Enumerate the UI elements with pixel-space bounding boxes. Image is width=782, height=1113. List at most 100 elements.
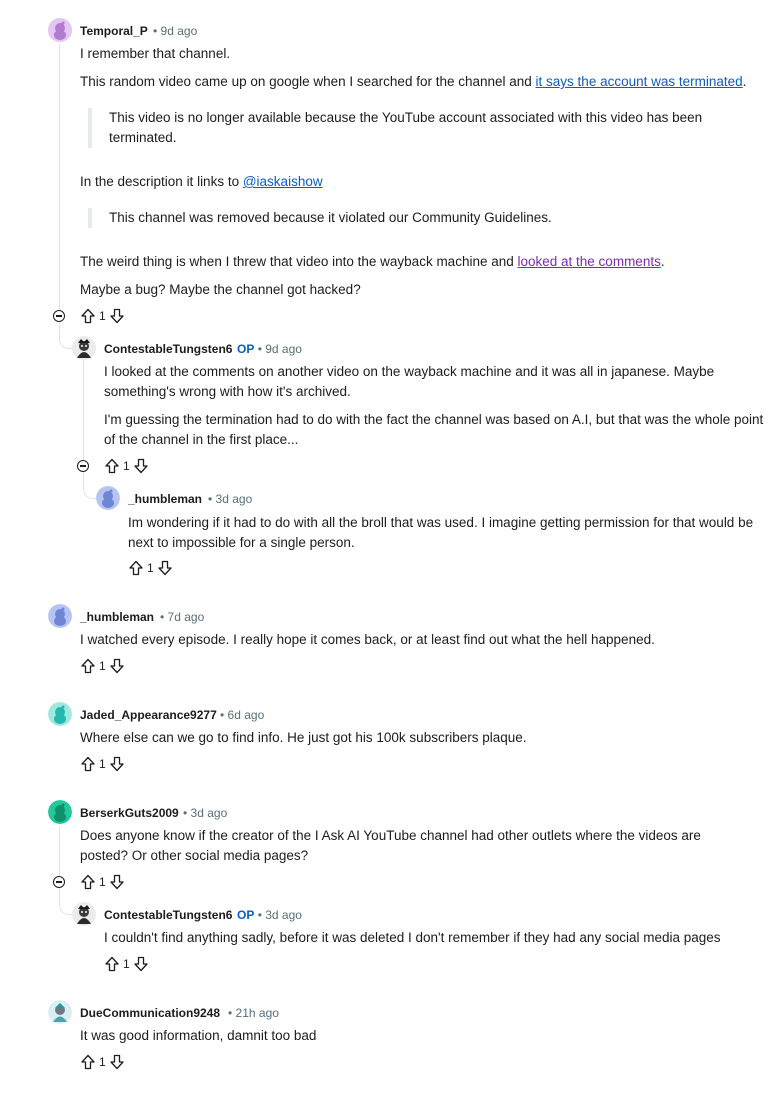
user-avatar-icon[interactable]	[48, 1000, 72, 1024]
snoo-avatar-icon[interactable]	[96, 486, 120, 510]
comment-text: The weird thing is when I threw that vid…	[80, 252, 770, 272]
username[interactable]: _humbleman	[80, 610, 154, 624]
downvote-icon[interactable]	[133, 956, 149, 972]
timestamp[interactable]: • 7d ago	[160, 610, 204, 624]
collapse-icon[interactable]	[53, 310, 65, 322]
collapse-icon[interactable]	[77, 460, 89, 472]
downvote-icon[interactable]	[109, 1054, 125, 1070]
upvote-icon[interactable]	[128, 560, 144, 576]
separator-dot: •	[257, 342, 262, 356]
thread-line[interactable]	[83, 360, 84, 460]
downvote-icon[interactable]	[109, 874, 125, 890]
text-span: .	[742, 74, 747, 89]
op-badge: OP	[237, 342, 255, 356]
upvote-icon[interactable]	[104, 458, 120, 474]
timestamp[interactable]: • 3d ago	[208, 492, 252, 506]
text-span: In the description it links to	[80, 174, 243, 189]
upvote-icon[interactable]	[80, 658, 96, 674]
separator-dot: •	[228, 1006, 233, 1020]
downvote-icon[interactable]	[109, 658, 125, 674]
timestamp[interactable]: • 6d ago	[220, 708, 264, 722]
vote-bar: 1	[104, 457, 149, 475]
vote-count: 1	[99, 1055, 106, 1069]
comment-text: In the description it links to @iaskaish…	[80, 172, 760, 192]
comment-time: 6d ago	[227, 708, 265, 722]
timestamp[interactable]: • 9d ago	[153, 24, 197, 38]
username[interactable]: DueCommunication9248	[80, 1006, 220, 1020]
downvote-icon[interactable]	[109, 756, 125, 772]
separator-dot: •	[153, 24, 158, 38]
thread-line[interactable]	[59, 44, 60, 310]
text-span: This random video came up on google when…	[80, 74, 536, 89]
comment-time: 21h ago	[235, 1006, 279, 1020]
vote-bar: 1	[128, 559, 173, 577]
timestamp[interactable]: • 3d ago	[183, 806, 227, 820]
comment-time: 3d ago	[265, 908, 302, 922]
vote-count: 1	[99, 309, 106, 323]
separator-dot: •	[160, 610, 165, 624]
comment-time: 9d ago	[160, 24, 198, 38]
timestamp[interactable]: • 21h ago	[228, 1006, 279, 1020]
thread-connector	[83, 472, 96, 499]
timestamp[interactable]: OP • 3d ago	[237, 908, 302, 922]
op-badge: OP	[237, 908, 255, 922]
thread-connector	[59, 888, 72, 915]
separator-dot: •	[208, 492, 213, 506]
comment-text: I couldn't find anything sadly, before i…	[104, 930, 721, 945]
text-span: .	[660, 254, 665, 269]
snoo-avatar-icon[interactable]	[48, 604, 72, 628]
vote-count: 1	[147, 561, 154, 575]
username[interactable]: Temporal_P	[80, 24, 148, 38]
comment-text: I'm guessing the termination had to do w…	[104, 412, 764, 447]
comments-link[interactable]: looked at the comments	[518, 254, 661, 269]
upvote-icon[interactable]	[80, 874, 96, 890]
vote-bar: 1	[80, 1053, 125, 1071]
username[interactable]: _humbleman	[128, 492, 202, 506]
snoo-avatar-icon[interactable]	[48, 702, 72, 726]
comment-text: Where else can we go to find info. He ju…	[80, 730, 527, 745]
comment-time: 3d ago	[190, 806, 228, 820]
username[interactable]: Jaded_Appearance9277	[80, 708, 217, 722]
thread-line[interactable]	[59, 826, 60, 876]
upvote-icon[interactable]	[80, 756, 96, 772]
downvote-icon[interactable]	[157, 560, 173, 576]
vote-count: 1	[99, 659, 106, 673]
upvote-icon[interactable]	[104, 956, 120, 972]
blockquote: This channel was removed because it viol…	[88, 208, 749, 228]
upvote-icon[interactable]	[80, 308, 96, 324]
comment-text: This random video came up on google when…	[80, 72, 780, 92]
username[interactable]: BerserkGuts2009	[80, 806, 179, 820]
collapse-icon[interactable]	[53, 876, 65, 888]
comment-text: It was good information, damnit too bad	[80, 1028, 317, 1043]
comment-time: 9d ago	[265, 342, 302, 356]
vote-count: 1	[99, 875, 106, 889]
thread-connector	[59, 322, 72, 349]
snoo-avatar-icon[interactable]	[48, 18, 72, 42]
comment-time: 3d ago	[215, 492, 253, 506]
terminated-link[interactable]: it says the account was terminated	[536, 74, 743, 89]
vote-bar: 1	[80, 755, 125, 773]
username[interactable]: ContestableTungsten6	[104, 908, 232, 922]
separator-dot: •	[220, 708, 225, 722]
comment-text: I remember that channel.	[80, 46, 231, 61]
channel-handle-link[interactable]: @iaskaishow	[243, 174, 323, 189]
user-avatar-icon[interactable]	[72, 902, 96, 926]
vote-count: 1	[123, 459, 130, 473]
upvote-icon[interactable]	[80, 1054, 96, 1070]
comment-text: Maybe a bug? Maybe the channel got hacke…	[80, 282, 361, 297]
vote-bar: 1	[80, 307, 125, 325]
username[interactable]: ContestableTungsten6	[104, 342, 232, 356]
snoo-avatar-icon[interactable]	[48, 800, 72, 824]
blockquote: This video is no longer available becaus…	[88, 108, 749, 148]
comment-text: Im wondering if it had to do with all th…	[128, 515, 754, 550]
timestamp[interactable]: OP • 9d ago	[237, 342, 302, 356]
comment-text: I looked at the comments on another vide…	[104, 364, 715, 399]
downvote-icon[interactable]	[133, 458, 149, 474]
comment-text: I watched every episode. I really hope i…	[80, 632, 655, 647]
downvote-icon[interactable]	[109, 308, 125, 324]
vote-count: 1	[123, 957, 130, 971]
comment-time: 7d ago	[167, 610, 205, 624]
separator-dot: •	[257, 908, 262, 922]
vote-bar: 1	[80, 657, 125, 675]
user-avatar-icon[interactable]	[72, 336, 96, 360]
